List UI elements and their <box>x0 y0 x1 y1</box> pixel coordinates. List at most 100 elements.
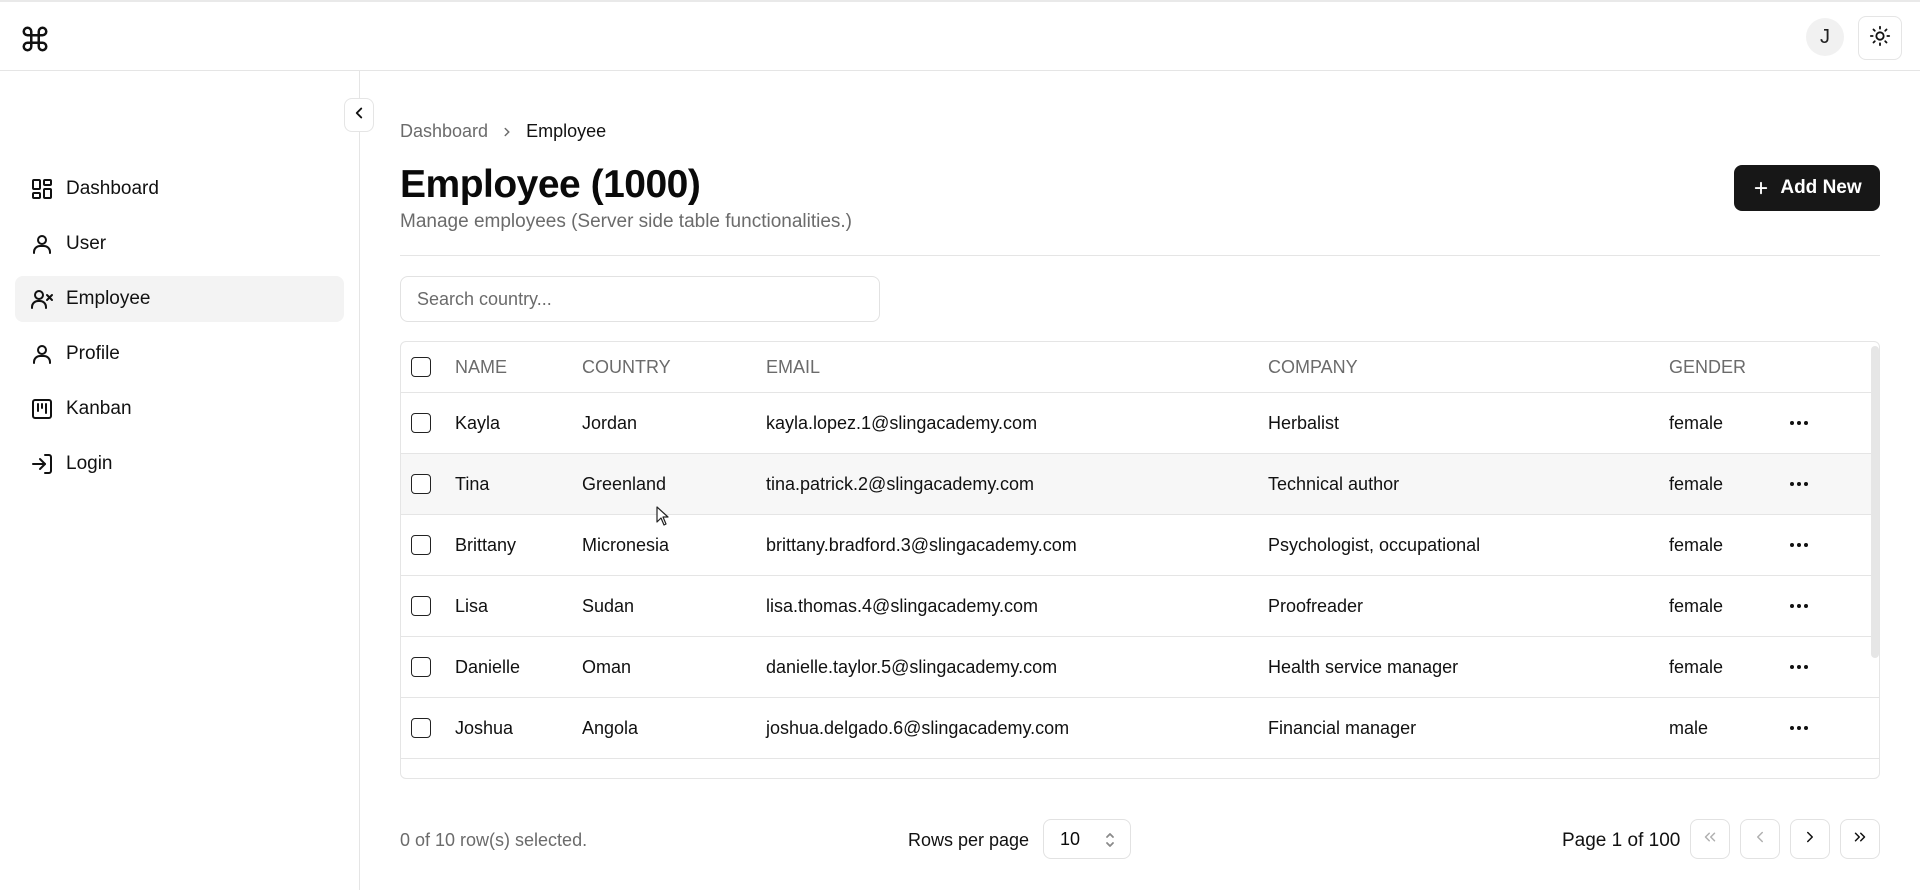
sidebar-item-login[interactable]: Login <box>15 441 344 487</box>
first-page-button[interactable] <box>1690 819 1730 859</box>
cell-name: Lisa <box>455 595 489 616</box>
sidebar-collapse-button[interactable] <box>344 98 374 132</box>
row-checkbox[interactable] <box>411 596 431 616</box>
cell-email: lisa.thomas.4@slingacademy.com <box>766 595 1039 616</box>
sidebar-item-dashboard[interactable]: Dashboard <box>15 166 344 212</box>
chevron-left-icon <box>350 104 368 127</box>
cell-country: Oman <box>582 656 632 677</box>
last-page-button[interactable] <box>1840 819 1880 859</box>
row-checkbox[interactable] <box>411 718 431 738</box>
select-all-checkbox[interactable] <box>411 357 431 377</box>
sidebar-nav: Dashboard User Employee Profile Kanban L… <box>15 166 344 496</box>
column-header-name[interactable]: NAME <box>455 342 507 392</box>
column-header-company[interactable]: COMPANY <box>1268 342 1358 392</box>
log-in-icon <box>29 451 55 477</box>
user-icon <box>29 341 55 367</box>
cell-name: Danielle <box>455 656 521 677</box>
sidebar-item-label: Employee <box>66 288 151 309</box>
cell-country: Sudan <box>582 595 635 616</box>
row-checkbox[interactable] <box>411 474 431 494</box>
cell-company: Proofreader <box>1268 595 1364 616</box>
row-actions-more-icon[interactable] <box>1785 592 1813 620</box>
table-footer: 0 of 10 row(s) selected. Rows per page 1… <box>400 819 1880 863</box>
previous-page-button[interactable] <box>1740 819 1780 859</box>
add-new-label: Add New <box>1780 177 1862 198</box>
sidebar-item-label: Profile <box>66 343 120 364</box>
breadcrumb-dashboard[interactable]: Dashboard <box>400 121 488 142</box>
chevrons-right-icon <box>1851 828 1869 851</box>
user-x-icon <box>29 286 55 312</box>
divider <box>400 255 1880 256</box>
top-bar: J <box>0 0 1920 71</box>
kanban-icon <box>29 396 55 422</box>
table-row[interactable]: Joshua Angola joshua.delgado.6@slingacadem… <box>401 698 1879 759</box>
row-actions-more-icon[interactable] <box>1785 409 1813 437</box>
row-checkbox[interactable] <box>411 535 431 555</box>
cell-company: Health service manager <box>1268 656 1459 677</box>
rows-per-page-value: 10 <box>1060 828 1081 849</box>
theme-toggle-button[interactable] <box>1858 16 1902 60</box>
cell-country: Jordan <box>582 412 638 433</box>
cell-gender: female <box>1669 534 1724 555</box>
cell-gender: female <box>1669 595 1724 616</box>
cell-gender: female <box>1669 412 1724 433</box>
row-checkbox[interactable] <box>411 413 431 433</box>
breadcrumb-employee: Employee <box>526 121 607 141</box>
sun-icon <box>1869 25 1891 52</box>
sidebar-item-kanban[interactable]: Kanban <box>15 386 344 432</box>
row-actions-more-icon[interactable] <box>1785 714 1813 742</box>
next-page-button[interactable] <box>1790 819 1830 859</box>
cell-name: Joshua <box>455 717 514 738</box>
add-new-button[interactable]: Add New <box>1734 165 1880 211</box>
cell-gender: female <box>1669 656 1724 677</box>
chevron-left-icon <box>1751 828 1769 851</box>
sidebar-item-user[interactable]: User <box>15 221 344 267</box>
plus-icon <box>1752 179 1770 197</box>
row-actions-more-icon[interactable] <box>1785 531 1813 559</box>
table-row[interactable]: Lisa Sudan lisa.thomas.4@slingacademy.com P… <box>401 576 1879 637</box>
avatar[interactable]: J <box>1806 18 1844 56</box>
cell-gender: female <box>1669 473 1724 494</box>
row-checkbox[interactable] <box>411 657 431 677</box>
sidebar-item-profile[interactable]: Profile <box>15 331 344 377</box>
cell-country: Greenland <box>582 473 667 494</box>
user-icon <box>29 231 55 257</box>
table-header-row: NAME COUNTRY EMAIL COMPANY GENDER <box>401 342 1879 393</box>
sidebar-item-employee[interactable]: Employee <box>15 276 344 322</box>
table-row[interactable]: Kayla Jordan kayla.lopez.1@slingacademy.co… <box>401 393 1879 454</box>
row-actions-more-icon[interactable] <box>1785 653 1813 681</box>
table-row[interactable]: Danielle Oman danielle.taylor.5@slingacade… <box>401 637 1879 698</box>
page-subtitle: Manage employees (Server side table func… <box>400 211 853 232</box>
cell-name: Kayla <box>455 412 501 433</box>
cell-name: Brittany <box>455 534 517 555</box>
row-actions-more-icon[interactable] <box>1785 470 1813 498</box>
cell-country: Angola <box>582 717 639 738</box>
column-header-country[interactable]: COUNTRY <box>582 342 671 392</box>
table-row[interactable]: Tina Greenland tina.patrick.2@slingacademy… <box>401 454 1879 515</box>
cell-gender: male <box>1669 717 1709 738</box>
rows-per-page-select[interactable]: 10 <box>1043 819 1131 859</box>
sidebar-item-label: Login <box>66 453 113 474</box>
cell-company: Technical author <box>1268 473 1400 494</box>
sidebar-item-label: Dashboard <box>66 178 159 199</box>
sidebar: Dashboard User Employee Profile Kanban L… <box>0 71 360 890</box>
sidebar-item-label: User <box>66 233 107 254</box>
cell-email: tina.patrick.2@slingacademy.com <box>766 473 1035 494</box>
command-icon[interactable] <box>20 24 50 54</box>
table-row[interactable]: Brittany Micronesia brittany.bradford.3@sl… <box>401 515 1879 576</box>
mouse-cursor-icon <box>656 506 670 531</box>
chevrons-up-down-icon <box>1104 830 1116 855</box>
cell-company: Financial manager <box>1268 717 1417 738</box>
employee-table: NAME COUNTRY EMAIL COMPANY GENDER Kayla J… <box>400 341 1880 779</box>
search-input[interactable] <box>400 276 880 322</box>
sidebar-item-label: Kanban <box>66 398 132 419</box>
cell-email: joshua.delgado.6@slingacademy.com <box>766 717 1070 738</box>
column-header-gender[interactable]: GENDER <box>1669 342 1746 392</box>
chevron-right-icon <box>500 125 514 139</box>
chevrons-left-icon <box>1701 828 1719 851</box>
column-header-email[interactable]: EMAIL <box>766 342 820 392</box>
page-indicator: Page 1 of 100 <box>1562 830 1681 851</box>
breadcrumb: Dashboard Employee <box>400 121 606 142</box>
table-scrollbar[interactable] <box>1871 346 1879 658</box>
selection-count: 0 of 10 row(s) selected. <box>400 830 588 850</box>
